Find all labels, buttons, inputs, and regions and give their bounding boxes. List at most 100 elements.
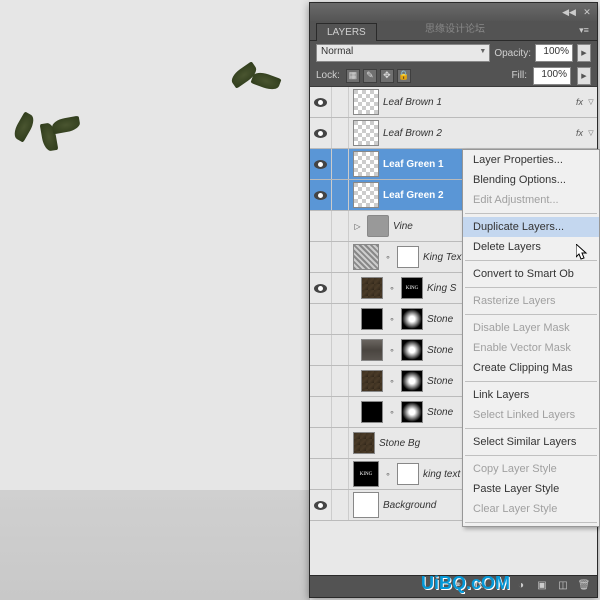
blend-mode-select[interactable]: Normal <box>316 44 490 62</box>
tab-layers[interactable]: LAYERS <box>316 23 377 41</box>
menu-item[interactable]: Blending Options... <box>463 170 599 190</box>
layer-thumbnail[interactable] <box>353 492 379 518</box>
link-column[interactable] <box>332 459 349 489</box>
link-column[interactable] <box>332 490 349 520</box>
panel-menu-icon[interactable]: ▾≡ <box>577 25 591 37</box>
visibility-toggle[interactable] <box>310 366 332 396</box>
mask-link-icon[interactable]: ⚬ <box>387 408 397 417</box>
eye-icon <box>314 160 327 169</box>
mask-thumbnail[interactable] <box>401 339 423 361</box>
mask-thumbnail[interactable]: KING <box>401 277 423 299</box>
mask-link-icon[interactable]: ⚬ <box>387 315 397 324</box>
lock-all-icon[interactable]: 🔒 <box>397 69 411 83</box>
adjustment-layer-icon[interactable]: ◑ <box>514 580 528 594</box>
layer-thumbnail[interactable] <box>361 401 383 423</box>
link-column[interactable] <box>332 304 349 334</box>
mask-thumbnail[interactable] <box>397 246 419 268</box>
layer-thumbnail[interactable] <box>361 308 383 330</box>
menu-item: Edit Adjustment... <box>463 190 599 210</box>
expand-icon[interactable]: ▷ <box>352 222 363 231</box>
layer-thumbnail[interactable] <box>353 120 379 146</box>
mask-link-icon[interactable]: ⚬ <box>383 470 393 479</box>
menu-item[interactable]: Convert to Smart Ob <box>463 264 599 284</box>
menu-separator <box>465 455 597 456</box>
layer-thumbnail[interactable] <box>353 89 379 115</box>
menu-separator <box>465 260 597 261</box>
visibility-toggle[interactable] <box>310 304 332 334</box>
menu-item[interactable]: Link Layers <box>463 385 599 405</box>
fx-expand-icon[interactable]: ▽ <box>585 98 597 106</box>
mask-link-icon[interactable]: ⚬ <box>387 377 397 386</box>
visibility-toggle[interactable] <box>310 242 332 272</box>
layer-row[interactable]: Leaf Brown 1fx▽ <box>310 87 597 118</box>
fill-arrow-icon[interactable]: ▶ <box>577 67 591 85</box>
layer-thumbnail[interactable] <box>361 277 383 299</box>
layer-thumbnail[interactable] <box>361 370 383 392</box>
visibility-toggle[interactable] <box>310 428 332 458</box>
mask-thumbnail[interactable] <box>401 308 423 330</box>
menu-separator <box>465 287 597 288</box>
menu-item[interactable]: Select Similar Layers <box>463 432 599 452</box>
link-column[interactable] <box>332 397 349 427</box>
visibility-toggle[interactable] <box>310 459 332 489</box>
panel-titlebar[interactable]: ◀◀ ✕ <box>310 3 597 21</box>
visibility-toggle[interactable] <box>310 397 332 427</box>
menu-item: Copy Layer Style <box>463 459 599 479</box>
layer-thumbnail[interactable] <box>353 182 379 208</box>
fill-input[interactable]: 100% <box>533 67 571 85</box>
mask-thumbnail[interactable] <box>401 401 423 423</box>
menu-item[interactable]: Delete Layers <box>463 237 599 257</box>
delete-layer-icon[interactable]: 🗑 <box>577 580 591 594</box>
layer-thumbnail[interactable] <box>353 432 375 454</box>
visibility-toggle[interactable] <box>310 335 332 365</box>
layer-thumbnail[interactable] <box>353 244 379 270</box>
mask-link-icon[interactable]: ⚬ <box>387 284 397 293</box>
menu-item[interactable]: Duplicate Layers... <box>463 217 599 237</box>
link-column[interactable] <box>332 87 349 117</box>
layer-thumbnail[interactable]: KING <box>353 461 379 487</box>
link-column[interactable] <box>332 149 349 179</box>
link-column[interactable] <box>332 211 349 241</box>
fx-badge[interactable]: fx <box>576 97 583 107</box>
visibility-toggle[interactable] <box>310 490 332 520</box>
layer-name[interactable]: Leaf Brown 2 <box>383 128 576 139</box>
opacity-input[interactable]: 100% <box>535 44 573 62</box>
link-column[interactable] <box>332 273 349 303</box>
collapse-icon[interactable]: ◀◀ <box>563 6 575 18</box>
new-layer-icon[interactable]: ◫ <box>556 580 570 594</box>
layer-thumbnail[interactable] <box>361 339 383 361</box>
lock-position-icon[interactable]: ✥ <box>380 69 394 83</box>
fx-expand-icon[interactable]: ▽ <box>585 129 597 137</box>
link-column[interactable] <box>332 366 349 396</box>
mask-thumbnail[interactable] <box>401 370 423 392</box>
menu-item[interactable]: Create Clipping Mas <box>463 358 599 378</box>
lock-pixels-icon[interactable]: ✎ <box>363 69 377 83</box>
close-icon[interactable]: ✕ <box>581 6 593 18</box>
mask-link-icon[interactable]: ⚬ <box>387 346 397 355</box>
link-column[interactable] <box>332 335 349 365</box>
link-column[interactable] <box>332 118 349 148</box>
visibility-toggle[interactable] <box>310 149 332 179</box>
menu-item[interactable]: Paste Layer Style <box>463 479 599 499</box>
menu-item[interactable]: Layer Properties... <box>463 150 599 170</box>
link-column[interactable] <box>332 242 349 272</box>
mask-thumbnail[interactable] <box>397 463 419 485</box>
menu-separator <box>465 314 597 315</box>
visibility-toggle[interactable] <box>310 211 332 241</box>
layer-context-menu[interactable]: Layer Properties...Blending Options...Ed… <box>462 149 600 527</box>
layer-group-icon[interactable]: ▣ <box>535 580 549 594</box>
link-column[interactable] <box>332 428 349 458</box>
opacity-arrow-icon[interactable]: ▶ <box>577 44 591 62</box>
layer-name[interactable]: Leaf Brown 1 <box>383 97 576 108</box>
lock-transparency-icon[interactable]: ▦ <box>346 69 360 83</box>
layer-row[interactable]: Leaf Brown 2fx▽ <box>310 118 597 149</box>
visibility-toggle[interactable] <box>310 118 332 148</box>
visibility-toggle[interactable] <box>310 87 332 117</box>
visibility-toggle[interactable] <box>310 273 332 303</box>
fx-badge[interactable]: fx <box>576 128 583 138</box>
canvas-area <box>0 0 310 600</box>
layer-thumbnail[interactable] <box>353 151 379 177</box>
visibility-toggle[interactable] <box>310 180 332 210</box>
mask-link-icon[interactable]: ⚬ <box>383 253 393 262</box>
link-column[interactable] <box>332 180 349 210</box>
